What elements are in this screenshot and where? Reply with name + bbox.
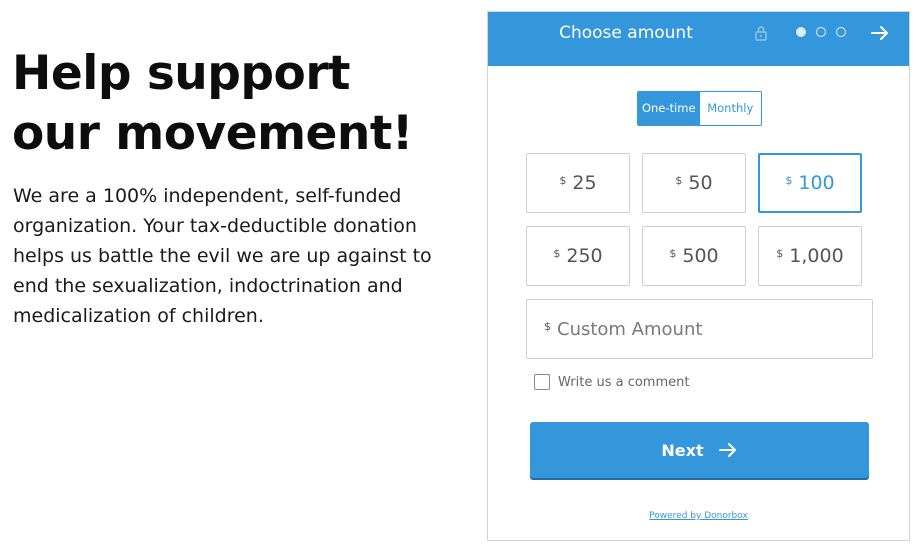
widget-title: Choose amount bbox=[559, 23, 693, 43]
amount-option-100[interactable]: $ 100 bbox=[758, 153, 862, 213]
currency-symbol: $ bbox=[675, 173, 683, 187]
amount-value: 25 bbox=[572, 172, 597, 194]
next-button[interactable]: Next bbox=[530, 422, 869, 478]
currency-symbol: $ bbox=[776, 246, 784, 260]
amount-option-1000[interactable]: $ 1,000 bbox=[758, 226, 862, 286]
arrow-right-icon[interactable] bbox=[870, 23, 890, 43]
amount-option-250[interactable]: $ 250 bbox=[526, 226, 630, 286]
currency-symbol: $ bbox=[544, 319, 551, 333]
currency-symbol: $ bbox=[669, 246, 677, 260]
page-headline: Help support our movement! bbox=[12, 44, 452, 164]
custom-amount-field[interactable]: $ bbox=[526, 299, 873, 359]
monthly-button[interactable]: Monthly bbox=[699, 92, 761, 125]
headline-line-1: Help support bbox=[12, 46, 351, 101]
headline-line-2: our movement! bbox=[12, 106, 413, 161]
comment-label: Write us a comment bbox=[558, 374, 690, 390]
amount-value: 500 bbox=[682, 245, 719, 267]
step-indicator-3 bbox=[836, 27, 846, 37]
step-indicator-1 bbox=[796, 27, 806, 37]
custom-amount-input[interactable] bbox=[557, 318, 857, 340]
amount-value: 50 bbox=[688, 172, 713, 194]
currency-symbol: $ bbox=[785, 173, 793, 187]
amount-option-500[interactable]: $ 500 bbox=[642, 226, 746, 286]
amount-option-25[interactable]: $ 25 bbox=[526, 153, 630, 213]
intro-paragraph: We are a 100% independent, self-funded o… bbox=[13, 185, 432, 327]
one-time-button[interactable]: One-time bbox=[638, 92, 700, 125]
lock-icon bbox=[755, 26, 767, 41]
currency-symbol: $ bbox=[553, 246, 561, 260]
frequency-toggle: One-time Monthly bbox=[637, 91, 762, 126]
currency-symbol: $ bbox=[559, 173, 567, 187]
powered-by-link[interactable]: Powered by Donorbox bbox=[488, 511, 909, 521]
comment-option[interactable]: Write us a comment bbox=[534, 374, 689, 390]
next-button-label: Next bbox=[661, 440, 704, 460]
amount-option-50[interactable]: $ 50 bbox=[642, 153, 746, 213]
amount-value: 250 bbox=[566, 245, 603, 267]
comment-checkbox[interactable] bbox=[534, 374, 550, 390]
widget-header: Choose amount bbox=[488, 12, 909, 66]
step-indicator-2 bbox=[816, 27, 826, 37]
amount-value: 100 bbox=[798, 172, 835, 194]
donation-widget: Choose amount One-time Monthly $ 25 $ 50… bbox=[487, 11, 910, 541]
amount-value: 1,000 bbox=[789, 245, 844, 267]
arrow-right-icon bbox=[718, 443, 736, 457]
